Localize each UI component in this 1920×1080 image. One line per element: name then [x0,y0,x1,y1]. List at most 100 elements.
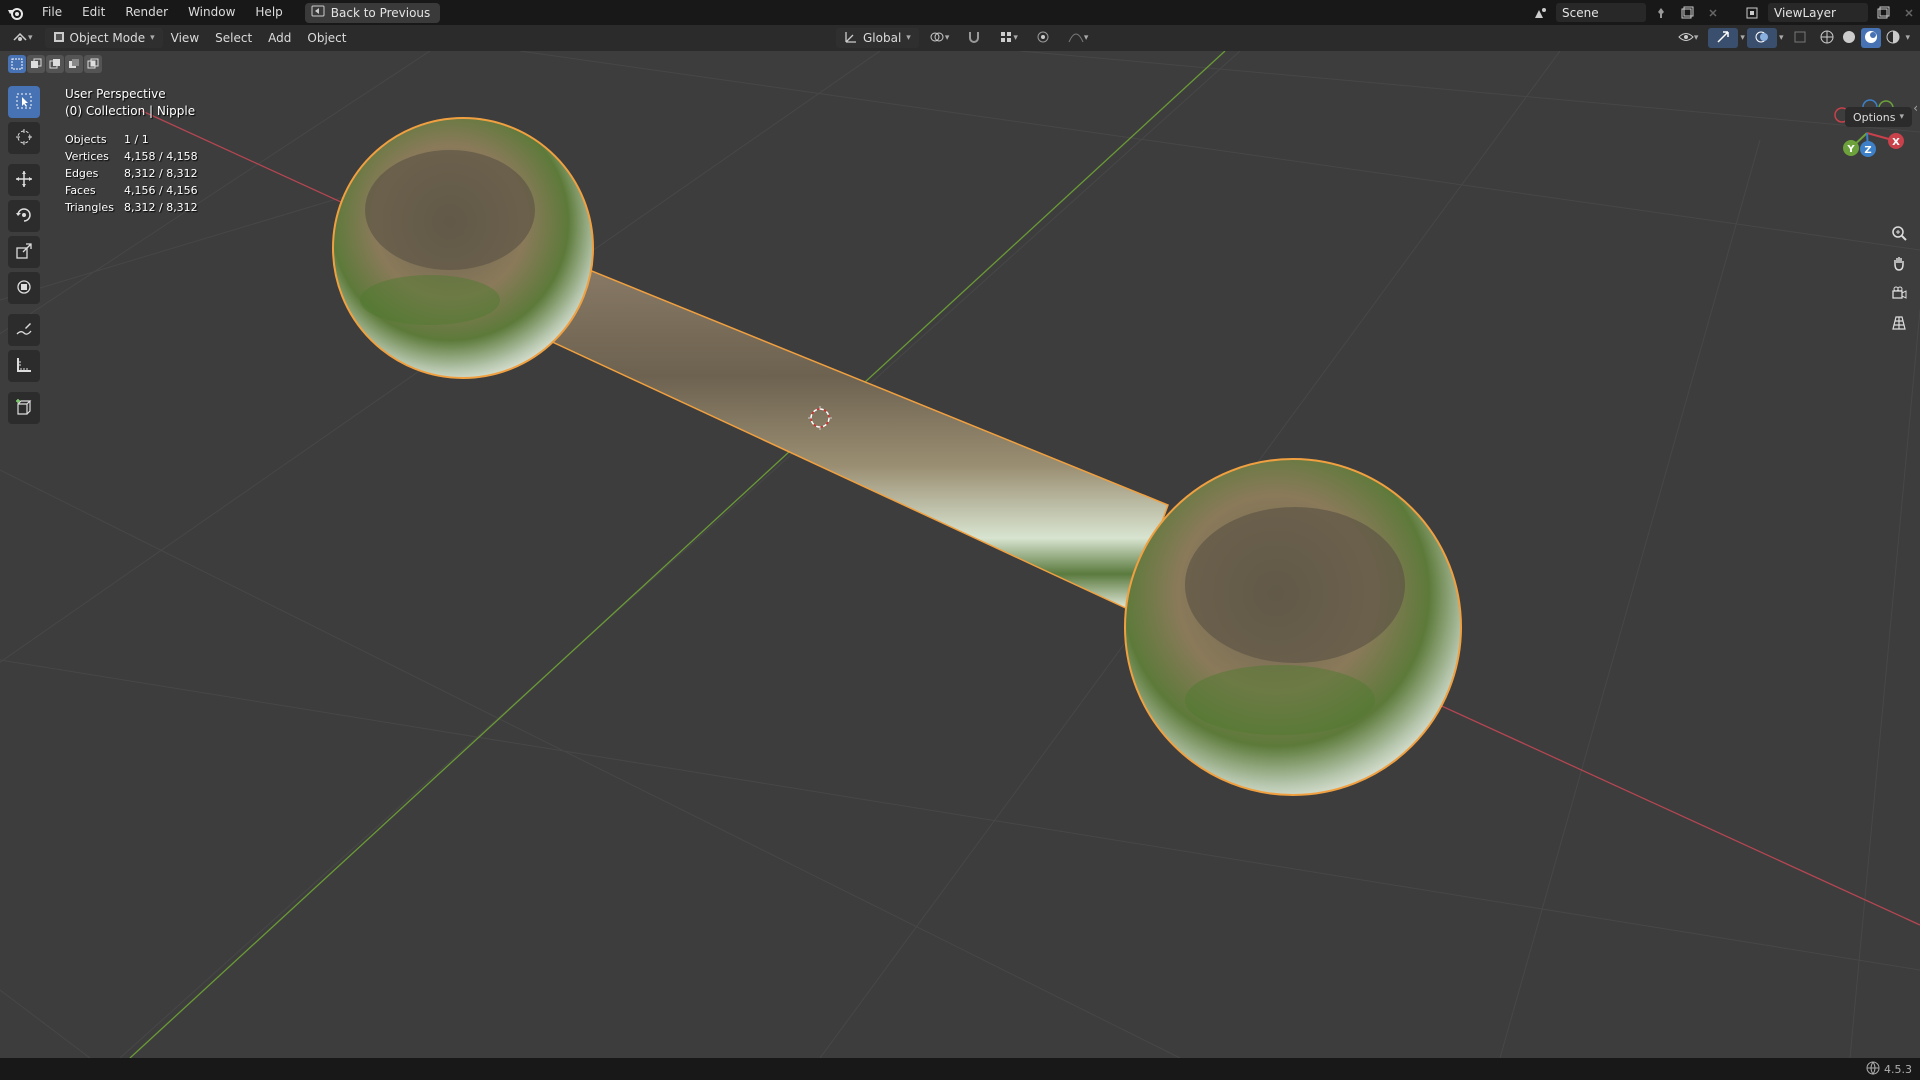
chevron-down-icon: ▾ [28,33,33,43]
transform-icon [15,278,33,299]
tool-shelf [8,86,40,428]
annotate-pencil-icon [15,320,33,341]
scene-selector-icon[interactable] [1530,3,1552,22]
menu-add[interactable]: Add [260,28,299,48]
overlays-toggle[interactable] [1746,28,1777,48]
zoom-icon[interactable] [1887,221,1911,245]
scene-name-field[interactable]: Scene [1556,3,1646,22]
globe-icon [1866,1061,1880,1078]
delete-scene-icon[interactable] [1702,3,1724,22]
move-tool[interactable] [8,164,40,196]
select-extend-mode-icon[interactable] [27,55,45,73]
scene-name: Scene [1562,5,1599,20]
rotate-tool[interactable] [8,200,40,232]
menu-file[interactable]: File [32,0,72,25]
snap-toggle[interactable] [959,28,989,48]
pan-hand-icon[interactable] [1887,251,1911,275]
mode-selector[interactable]: Object Mode ▾ [44,28,163,48]
chevron-down-icon: ▾ [150,33,155,43]
selection-mode-buttons [8,55,102,73]
3d-viewport[interactable]: X Y Z Options ▾ ‹ User Perspective (0) C… [0,51,1920,1058]
collection-label: (0) Collection | Nipple [65,104,196,118]
perspective-label: User Perspective [65,87,166,101]
scale-tool[interactable] [8,236,40,268]
sidebar-toggle-icon[interactable]: ‹ [1913,101,1918,115]
options-label: Options [1853,110,1896,124]
select-box-tool[interactable] [8,86,40,118]
menu-help[interactable]: Help [245,0,292,25]
gizmo-icon [1716,30,1730,47]
shading-rendered[interactable] [1883,28,1903,48]
camera-view-icon[interactable] [1887,281,1911,305]
orientation-selector[interactable]: Global ▾ [836,28,919,48]
status-bar: 4.5.3 [0,1058,1920,1080]
mode-label: Object Mode [69,31,146,45]
menu-window[interactable]: Window [178,0,245,25]
x-axis-label: X [1892,137,1900,148]
select-intersect-mode-icon[interactable] [84,55,102,73]
snap-target-button[interactable]: ▾ [991,28,1026,48]
blender-logo-icon[interactable] [0,0,32,25]
stat-row-edges: Edges 8,312 / 8,312 [65,167,198,180]
select-new-mode-icon[interactable] [8,55,26,73]
viewlayer-name-field[interactable]: ViewLayer [1768,3,1868,22]
select-box-icon [15,92,33,113]
viewlayer-selector-icon[interactable] [1742,3,1764,22]
xray-toggle[interactable] [1785,28,1815,48]
move-arrows-icon [15,170,33,191]
barbell-object[interactable] [332,117,1462,796]
chevron-down-icon: ▾ [1013,33,1018,43]
falloff-button[interactable]: ▾ [1060,28,1097,48]
gizmo-toggle[interactable] [1708,28,1739,48]
chevron-down-icon: ▾ [1899,112,1904,122]
shading-solid[interactable] [1839,28,1859,48]
select-invert-mode-icon[interactable] [65,55,83,73]
editor-type-button[interactable]: ▾ [0,28,39,48]
pin-scene-icon[interactable] [1650,3,1672,22]
object-mode-icon [53,31,65,46]
new-viewlayer-icon[interactable] [1872,3,1894,22]
annotate-tool[interactable] [8,314,40,346]
delete-viewlayer-icon[interactable] [1898,3,1920,22]
pivot-point-button[interactable]: ▾ [921,28,958,48]
cursor-icon [15,128,33,149]
chevron-down-icon: ▾ [944,33,950,43]
menu-object[interactable]: Object [299,28,354,48]
perspective-toggle-icon[interactable] [1887,311,1911,335]
measure-tool[interactable] [8,350,40,382]
navigation-tools [1887,221,1911,341]
proportional-edit-icon [1036,30,1050,47]
shading-material[interactable] [1861,28,1882,48]
transform-tool[interactable] [8,272,40,304]
rendered-shading-icon [1886,30,1900,47]
solid-shading-icon [1842,30,1856,47]
cursor-tool[interactable] [8,122,40,154]
new-scene-icon[interactable] [1676,3,1698,22]
menu-render[interactable]: Render [115,0,178,25]
add-cube-tool[interactable] [8,392,40,424]
back-to-previous-button[interactable]: Back to Previous [304,2,441,23]
chevron-down-icon[interactable]: ▾ [1740,33,1745,43]
version-label: 4.5.3 [1884,1062,1912,1076]
back-to-previous-label: Back to Previous [330,5,431,20]
visibility-button[interactable]: ▾ [1670,28,1707,48]
pivot-icon [929,30,945,47]
chevron-down-icon[interactable]: ▾ [1779,33,1784,43]
shading-wireframe[interactable] [1817,28,1837,48]
chevron-down-icon[interactable]: ▾ [1905,33,1910,43]
editor-type-icon [12,30,28,47]
magnet-icon [967,30,981,47]
orientation-icon [844,30,858,47]
orientation-label: Global [863,31,902,45]
proportional-edit-toggle[interactable] [1028,28,1058,48]
select-subtract-mode-icon[interactable] [46,55,64,73]
top-menu-bar: File Edit Render Window Help Back to Pre… [0,0,1920,25]
viewlayer-name: ViewLayer [1774,5,1836,20]
menu-view[interactable]: View [163,28,207,48]
scene-viewlayer-area: Scene ViewLayer [1530,0,1920,25]
back-icon [311,5,325,20]
menu-select[interactable]: Select [207,28,260,48]
menu-edit[interactable]: Edit [72,0,115,25]
add-cube-icon [15,398,33,419]
options-dropdown[interactable]: Options ▾ [1845,107,1912,127]
